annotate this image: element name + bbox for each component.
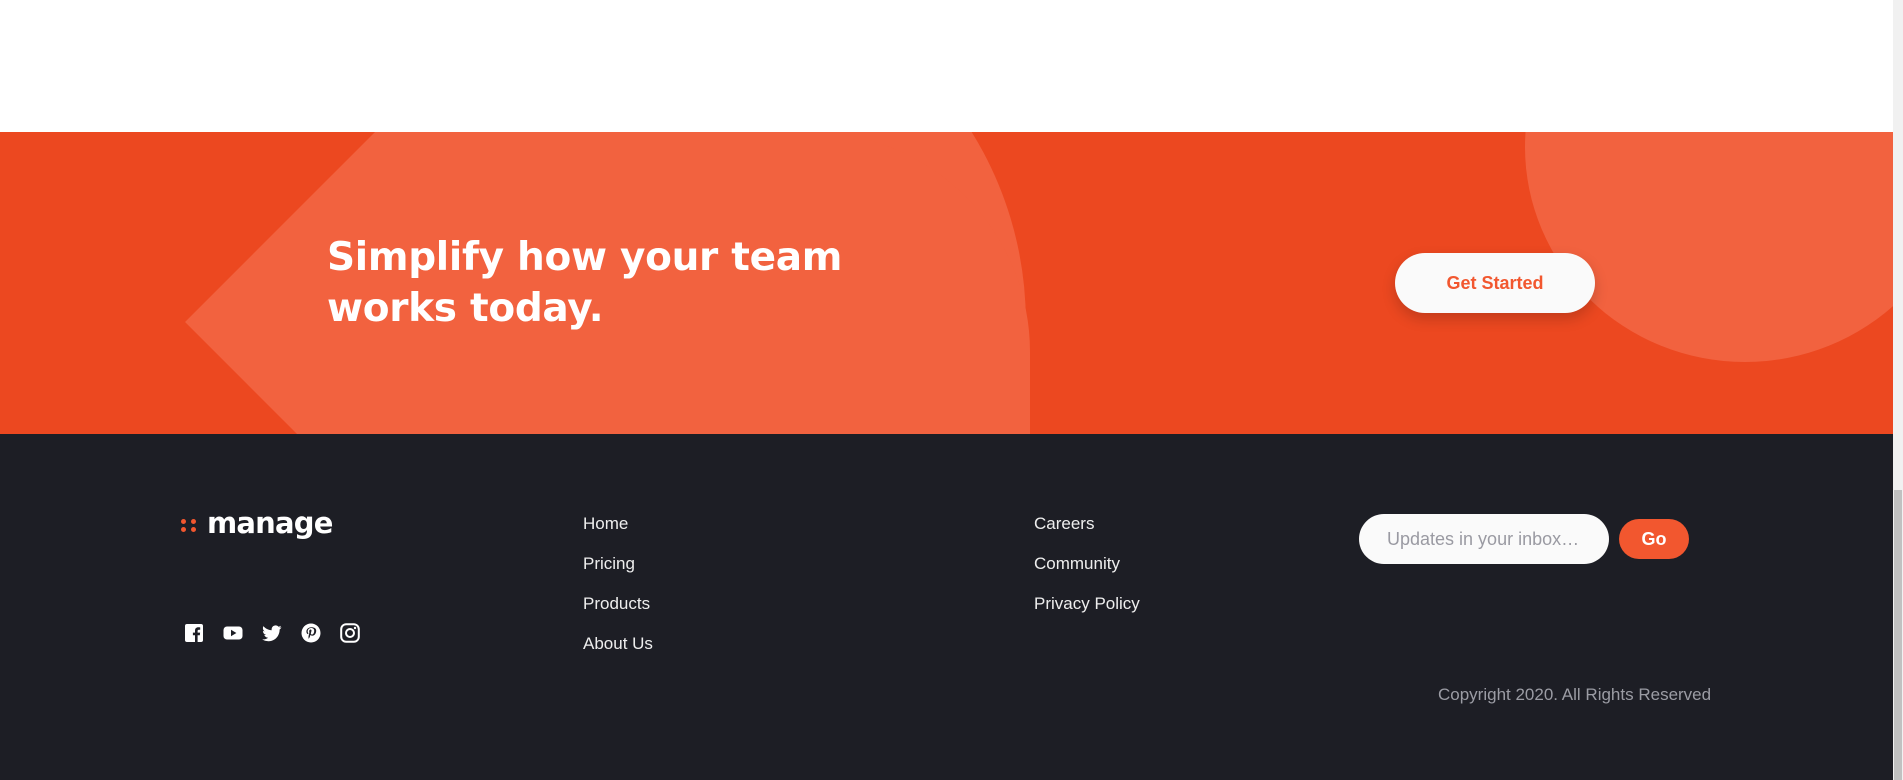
footer-nav-secondary: Careers Community Privacy Policy [1034,514,1140,634]
newsletter-go-button[interactable]: Go [1619,519,1689,559]
youtube-icon[interactable] [222,622,244,644]
logo-text: manage [207,506,333,540]
footer-link-products[interactable]: Products [583,594,653,634]
footer-link-community[interactable]: Community [1034,554,1140,594]
decorative-circle [1525,132,1893,362]
copyright-text: Copyright 2020. All Rights Reserved [1438,685,1712,704]
pinterest-icon[interactable] [300,622,322,644]
footer-link-pricing[interactable]: Pricing [583,554,653,594]
page-scrollbar[interactable] [1893,0,1903,780]
logo-mark-icon [181,518,198,532]
get-started-button[interactable]: Get Started [1395,253,1595,313]
page-top-blank [0,0,1893,132]
footer: manage Home Pricing Products About Us Ca… [0,434,1893,780]
facebook-icon[interactable] [183,622,205,644]
footer-nav-primary: Home Pricing Products About Us [583,514,653,674]
twitter-icon[interactable] [261,622,283,644]
footer-link-home[interactable]: Home [583,514,653,554]
scrollbar-thumb[interactable] [1894,490,1902,780]
logo[interactable]: manage [181,506,333,540]
newsletter-email-input[interactable] [1359,514,1609,564]
cta-heading: Simplify how your team works today. [327,235,843,331]
instagram-icon[interactable] [339,622,361,644]
footer-link-about-us[interactable]: About Us [583,634,653,674]
footer-link-privacy-policy[interactable]: Privacy Policy [1034,594,1140,634]
social-links [183,622,378,644]
cta-banner: Simplify how your team works today. Get … [0,132,1893,434]
footer-link-careers[interactable]: Careers [1034,514,1140,554]
